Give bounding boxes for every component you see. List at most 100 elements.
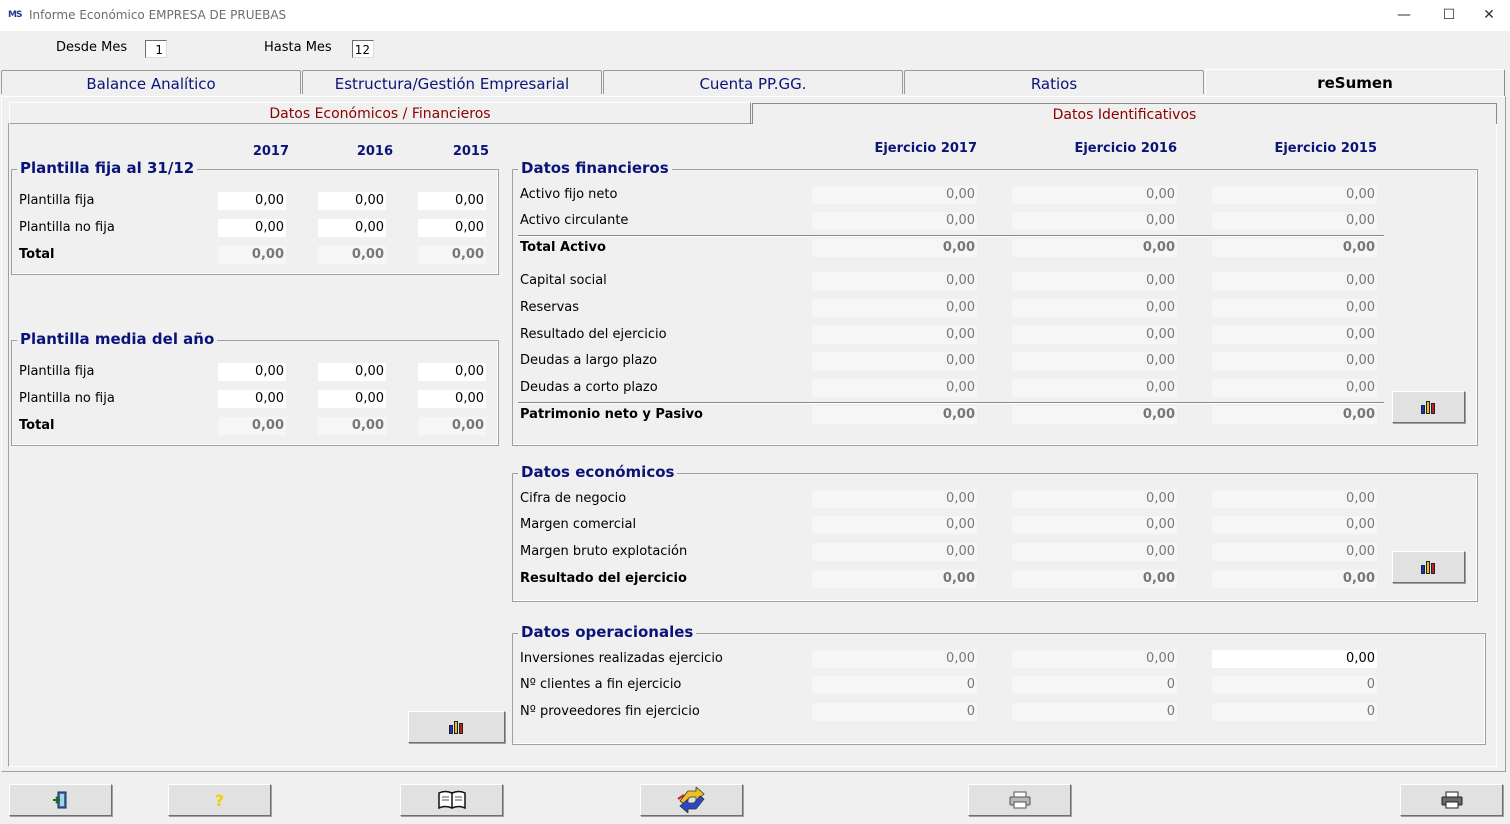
- help-icon: ?: [214, 790, 225, 810]
- value-field[interactable]: 0,00: [418, 192, 486, 210]
- ejercicio-2015-header: Ejercicio 2015: [1274, 141, 1377, 156]
- value-field: 0,00: [1012, 570, 1177, 588]
- value-field: 0,00: [812, 352, 977, 370]
- tab-balance-analitico[interactable]: Balance Analítico: [1, 70, 301, 94]
- value-field: 0,00: [812, 543, 977, 561]
- value-field: 0,00: [812, 272, 977, 290]
- plantilla-chart-button[interactable]: [408, 711, 505, 743]
- row-label: Plantilla no fija: [19, 391, 115, 406]
- bar-chart-icon: [1420, 400, 1437, 414]
- value-field: 0,00: [1012, 239, 1177, 257]
- value-field: 0,00: [812, 516, 977, 534]
- row-label: Deudas a largo plazo: [520, 353, 658, 368]
- value-field[interactable]: 0,00: [318, 390, 386, 408]
- value-field: 0,00: [1012, 212, 1177, 230]
- value-field[interactable]: 0,00: [318, 363, 386, 381]
- bar-chart-icon: [448, 720, 465, 734]
- value-field: 0,00: [1212, 516, 1377, 534]
- ejercicio-2016-header: Ejercicio 2016: [1074, 141, 1177, 156]
- row-label-resultado: Resultado del ejercicio: [520, 571, 687, 586]
- value-field: 0,00: [1212, 490, 1377, 508]
- value-field[interactable]: 0,00: [218, 390, 286, 408]
- tab-resumen[interactable]: reSumen: [1205, 69, 1505, 96]
- value-field: 0,00: [418, 246, 486, 264]
- tab-estructura-gestion[interactable]: Estructura/Gestión Empresarial: [302, 70, 602, 94]
- value-field: 0,00: [1212, 239, 1377, 257]
- year-header-2016: 2016: [356, 144, 393, 159]
- value-field[interactable]: 0,00: [318, 192, 386, 210]
- ejercicio-2017-header: Ejercicio 2017: [874, 141, 977, 156]
- print-button[interactable]: [1400, 784, 1503, 816]
- manual-button[interactable]: [400, 784, 503, 816]
- row-label: Plantilla fija: [19, 364, 95, 379]
- value-field: 0,00: [318, 246, 386, 264]
- value-field: 0,00: [1212, 272, 1377, 290]
- value-field: 0,00: [812, 186, 977, 204]
- row-label: Deudas a corto plazo: [520, 380, 658, 395]
- row-label: Capital social: [520, 273, 607, 288]
- row-label: Cifra de negocio: [520, 491, 627, 506]
- refresh-button[interactable]: [640, 784, 743, 816]
- minimize-button[interactable]: —: [1381, 0, 1427, 31]
- row-label: Plantilla fija: [19, 193, 95, 208]
- value-field: 0: [812, 703, 977, 721]
- value-field: 0,00: [1212, 406, 1377, 424]
- print-preview-button[interactable]: [968, 784, 1071, 816]
- value-field: 0,00: [812, 299, 977, 317]
- help-button[interactable]: ?: [168, 784, 271, 816]
- bar-chart-icon: [1420, 560, 1437, 574]
- datos-operacionales-title: Datos operacionales: [518, 623, 697, 641]
- value-field[interactable]: 0,00: [1212, 650, 1377, 668]
- hasta-mes-input[interactable]: 12: [352, 40, 374, 58]
- printer-icon: [1009, 791, 1030, 809]
- value-field[interactable]: 0,00: [418, 363, 486, 381]
- value-field: 0,00: [1012, 186, 1177, 204]
- value-field: 0,00: [218, 246, 286, 264]
- value-field: 0,00: [1212, 543, 1377, 561]
- window-title: Informe Económico EMPRESA DE PRUEBAS: [29, 8, 287, 22]
- value-field: 0,00: [418, 417, 486, 435]
- value-field: 0,00: [1212, 570, 1377, 588]
- year-header-2017: 2017: [252, 144, 289, 159]
- subtab-datos-economicos[interactable]: Datos Económicos / Financieros: [9, 102, 751, 124]
- value-field: 0,00: [1012, 352, 1177, 370]
- value-field: 0,00: [812, 570, 977, 588]
- value-field[interactable]: 0,00: [218, 192, 286, 210]
- value-field: 0,00: [318, 417, 386, 435]
- value-field: 0,00: [1012, 406, 1177, 424]
- value-field[interactable]: 0,00: [318, 219, 386, 237]
- app-icon: MS: [8, 10, 22, 20]
- value-field: 0,00: [1012, 299, 1177, 317]
- value-field: 0,00: [1012, 516, 1177, 534]
- row-label: Margen comercial: [520, 517, 637, 532]
- row-label-total: Total: [19, 247, 55, 262]
- row-label-patrimonio: Patrimonio neto y Pasivo: [520, 407, 703, 422]
- divider: [518, 402, 1384, 404]
- value-field[interactable]: 0,00: [218, 363, 286, 381]
- value-field: 0,00: [1212, 326, 1377, 344]
- financieros-chart-button[interactable]: [1392, 391, 1465, 423]
- plantilla-fija-title: Plantilla fija al 31/12: [17, 159, 198, 177]
- value-field: 0: [1212, 676, 1377, 694]
- row-label: Nº clientes a fin ejercicio: [520, 677, 682, 692]
- value-field[interactable]: 0,00: [218, 219, 286, 237]
- value-field[interactable]: 0,00: [418, 219, 486, 237]
- value-field: 0,00: [812, 650, 977, 668]
- value-field[interactable]: 0,00: [418, 390, 486, 408]
- value-field: 0,00: [812, 326, 977, 344]
- tab-ratios[interactable]: Ratios: [904, 70, 1204, 94]
- value-field: 0: [1012, 703, 1177, 721]
- economicos-chart-button[interactable]: [1392, 551, 1465, 583]
- value-field: 0,00: [1212, 186, 1377, 204]
- tab-cuenta-ppgg[interactable]: Cuenta PP.GG.: [603, 70, 903, 94]
- subtab-datos-identificativos[interactable]: Datos Identificativos: [752, 103, 1497, 124]
- hasta-mes-label: Hasta Mes: [264, 40, 332, 55]
- value-field: 0: [812, 676, 977, 694]
- value-field: 0,00: [1012, 379, 1177, 397]
- exit-button[interactable]: [9, 784, 112, 816]
- value-field: 0,00: [812, 490, 977, 508]
- desde-mes-input[interactable]: 1: [145, 40, 167, 58]
- value-field: 0,00: [812, 379, 977, 397]
- row-label: Margen bruto explotación: [520, 544, 688, 559]
- close-button[interactable]: ✕: [1466, 0, 1510, 31]
